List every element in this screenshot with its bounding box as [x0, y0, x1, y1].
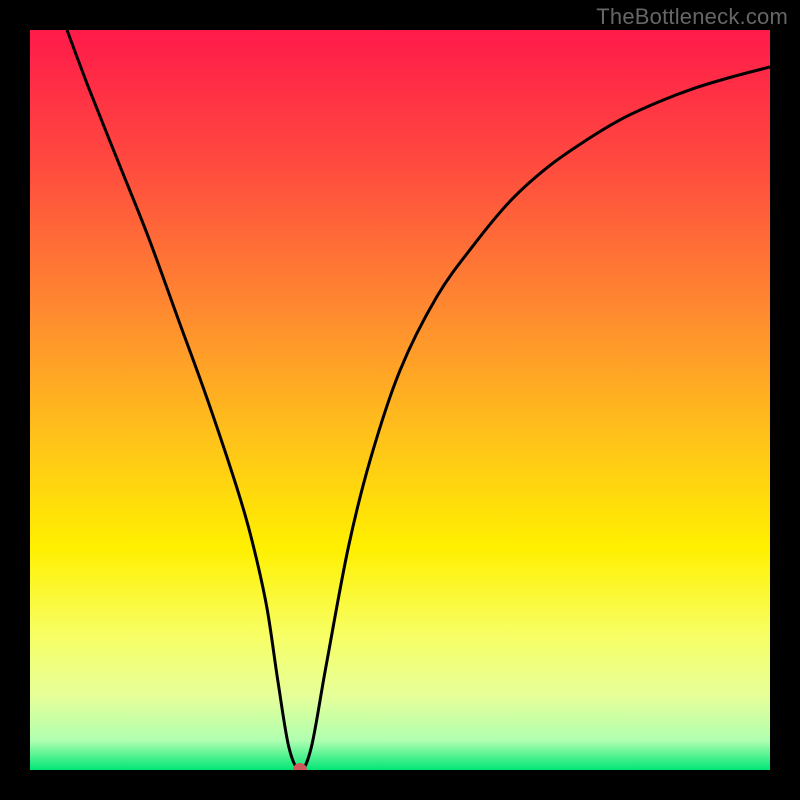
- optimal-point: [293, 763, 307, 770]
- plot-area: [30, 30, 770, 770]
- chart-frame: TheBottleneck.com: [0, 0, 800, 800]
- watermark-text: TheBottleneck.com: [596, 4, 788, 30]
- bottleneck-curve: [67, 30, 770, 770]
- curve-layer: [30, 30, 770, 770]
